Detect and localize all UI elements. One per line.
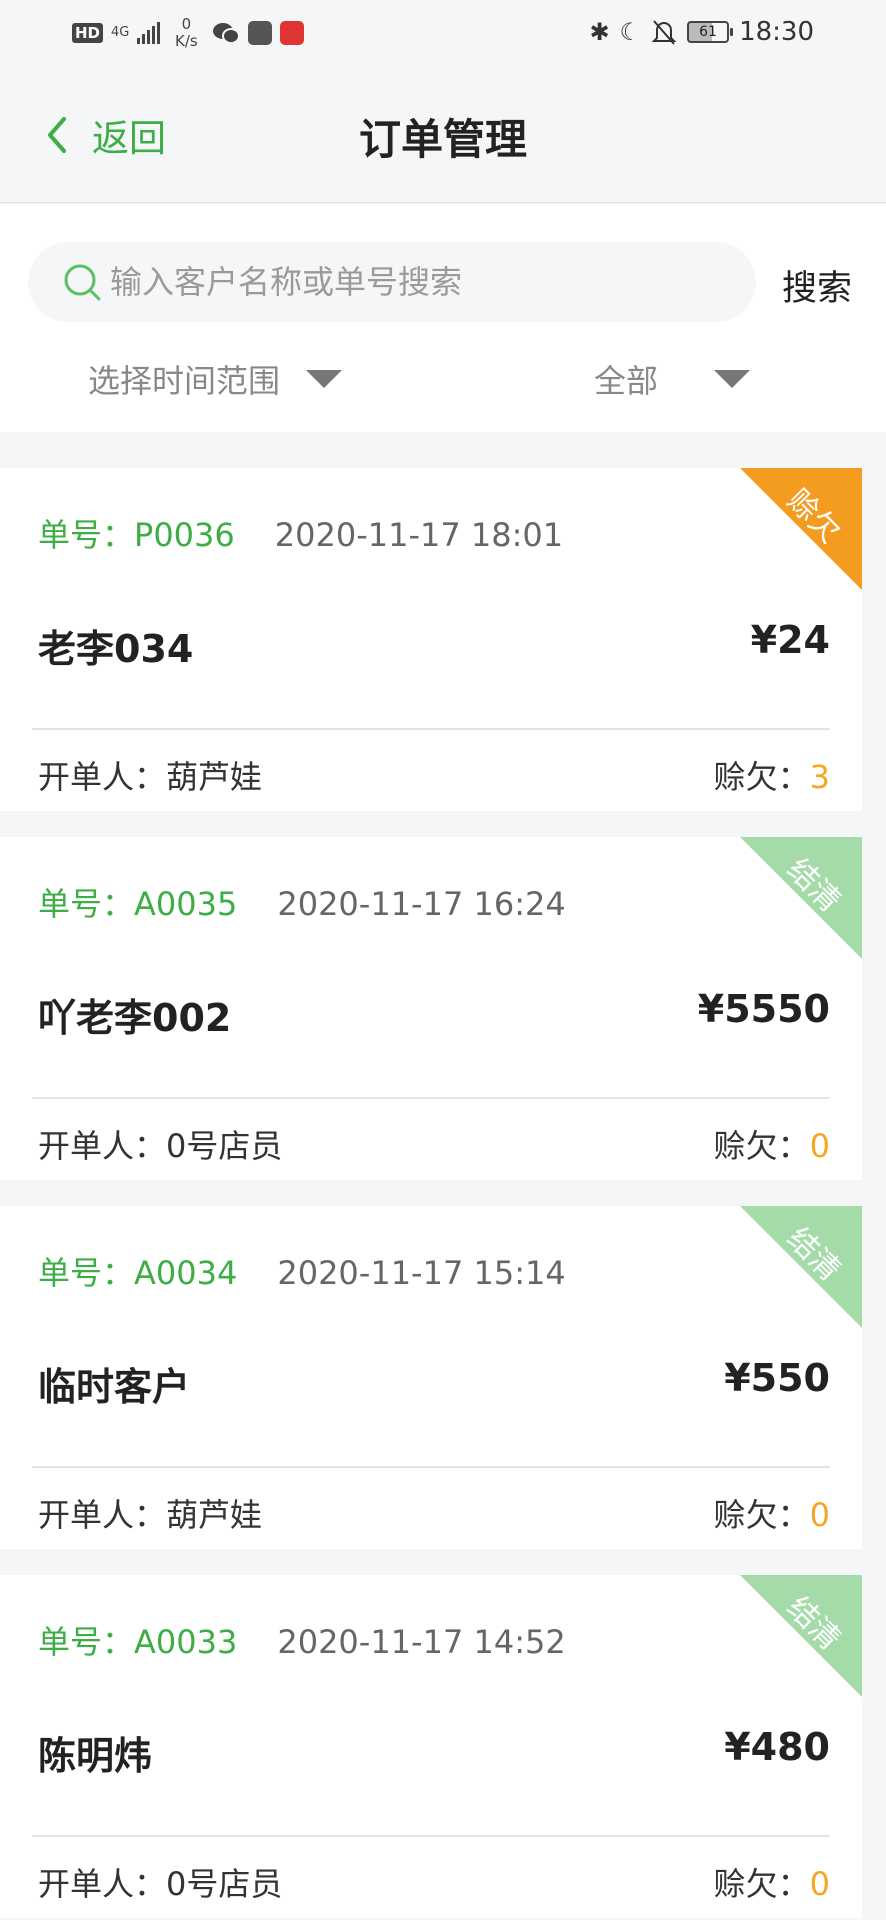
order-management-screen: HD 4G 0 K/s ✱ ☾ 61 18:30 返回 订单管理 输入客户名称或… <box>0 0 886 1920</box>
debt-value: 0 <box>809 1127 830 1165</box>
triangle-down-icon <box>714 370 751 388</box>
debt-line: 赊欠：0 <box>714 1859 830 1905</box>
order-card[interactable]: 单号：A0035 2020-11-17 16:24 吖老李002 ¥5550 开单… <box>0 837 862 1180</box>
debt-value: 3 <box>809 758 830 796</box>
back-button[interactable]: 返回 <box>42 108 166 162</box>
network-speed-value: 0 <box>181 15 192 33</box>
hd-badge: HD <box>72 23 104 43</box>
debt-label: 赊欠： <box>713 758 810 796</box>
search-icon <box>64 264 101 301</box>
creator-line: 开单人：葫芦娃 <box>38 1490 262 1536</box>
clock: 18:30 <box>739 17 814 47</box>
order-amount: ¥24 <box>750 618 830 662</box>
order-number: A0033 <box>134 1623 238 1661</box>
order-card[interactable]: 单号：A0033 2020-11-17 14:52 陈明炜 ¥480 开单人：0号… <box>0 1575 862 1918</box>
triangle-down-icon <box>306 370 343 388</box>
status-bar-right: ✱ ☾ 61 18:30 <box>589 16 814 48</box>
search-area: 搜索 选择时间范围 全部 <box>0 204 886 432</box>
status-filter[interactable]: 全部 <box>594 356 751 402</box>
order-header-line: 单号：A0035 2020-11-17 16:24 <box>38 879 566 925</box>
order-number: P0036 <box>134 516 235 554</box>
network-type: 4G <box>111 25 130 40</box>
order-amount: ¥480 <box>724 1725 830 1769</box>
creator-label: 开单人： <box>38 1865 167 1903</box>
customer-name: 吖老李002 <box>38 996 232 1040</box>
debt-value: 0 <box>809 1496 830 1534</box>
customer-name: 临时客户 <box>38 1365 191 1409</box>
creator-line: 开单人：葫芦娃 <box>38 752 262 798</box>
back-label: 返回 <box>92 117 166 160</box>
search-input[interactable] <box>110 242 730 322</box>
debt-label: 赊欠： <box>713 1496 810 1534</box>
order-datetime: 2020-11-17 14:52 <box>277 1623 566 1661</box>
time-range-label: 选择时间范围 <box>88 362 281 400</box>
search-button[interactable]: 搜索 <box>782 260 852 311</box>
debt-line: 赊欠：3 <box>714 752 830 798</box>
creator-line: 开单人：0号店员 <box>38 1121 282 1167</box>
creator-label: 开单人： <box>38 1127 167 1165</box>
order-no-label: 单号： <box>38 1254 135 1292</box>
divider <box>32 1097 830 1099</box>
status-filter-label: 全部 <box>594 362 659 400</box>
customer-name: 老李034 <box>38 627 194 671</box>
order-datetime: 2020-11-17 15:14 <box>277 1254 566 1292</box>
nav-header: 返回 订单管理 <box>0 68 886 203</box>
moon-icon: ☾ <box>619 18 642 46</box>
network-speed: 0 K/s <box>168 16 204 50</box>
debt-line: 赊欠：0 <box>714 1121 830 1167</box>
order-datetime: 2020-11-17 18:01 <box>274 516 564 554</box>
order-no-label: 单号： <box>38 516 135 554</box>
status-bar: HD 4G 0 K/s ✱ ☾ 61 18:30 <box>0 0 886 68</box>
creator-name: 0号店员 <box>166 1127 283 1165</box>
creator-line: 开单人：0号店员 <box>38 1859 282 1905</box>
debt-label: 赊欠： <box>713 1127 810 1165</box>
network-speed-unit: K/s <box>175 32 198 50</box>
order-header-line: 单号：A0033 2020-11-17 14:52 <box>38 1617 566 1663</box>
creator-label: 开单人： <box>38 1496 167 1534</box>
creator-name: 葫芦娃 <box>166 1496 263 1534</box>
bell-off-icon <box>651 20 677 45</box>
battery-icon: 61 <box>687 21 734 43</box>
order-number: A0034 <box>134 1254 238 1292</box>
creator-name: 0号店员 <box>166 1865 283 1903</box>
order-amount: ¥5550 <box>697 987 830 1031</box>
debt-line: 赊欠：0 <box>714 1490 830 1536</box>
wechat-icon <box>213 23 241 44</box>
huawei-app-icon <box>248 21 273 45</box>
time-range-filter[interactable]: 选择时间范围 <box>88 356 343 402</box>
debt-label: 赊欠： <box>713 1865 810 1903</box>
order-no-label: 单号： <box>38 1623 135 1661</box>
order-header-line: 单号：P0036 2020-11-17 18:01 <box>38 510 563 556</box>
customer-name: 陈明炜 <box>38 1734 153 1778</box>
divider <box>32 1466 830 1468</box>
divider <box>32 728 830 730</box>
status-bar-left: HD 4G 0 K/s <box>72 16 305 50</box>
search-box[interactable] <box>28 242 756 322</box>
bluetooth-icon: ✱ <box>589 18 610 46</box>
debt-value: 0 <box>809 1865 830 1903</box>
chevron-left-icon <box>48 117 66 153</box>
divider <box>32 1835 830 1837</box>
order-datetime: 2020-11-17 16:24 <box>277 885 566 923</box>
order-card[interactable]: 单号：P0036 2020-11-17 18:01 老李034 ¥24 开单人：葫… <box>0 468 862 811</box>
order-header-line: 单号：A0034 2020-11-17 15:14 <box>38 1248 566 1294</box>
order-number: A0035 <box>134 885 238 923</box>
order-amount: ¥550 <box>724 1356 830 1400</box>
creator-label: 开单人： <box>38 758 167 796</box>
signal-icon <box>137 22 161 44</box>
order-no-label: 单号： <box>38 885 135 923</box>
order-card[interactable]: 单号：A0034 2020-11-17 15:14 临时客户 ¥550 开单人：葫… <box>0 1206 862 1549</box>
reader-app-icon <box>280 21 305 45</box>
creator-name: 葫芦娃 <box>166 758 263 796</box>
